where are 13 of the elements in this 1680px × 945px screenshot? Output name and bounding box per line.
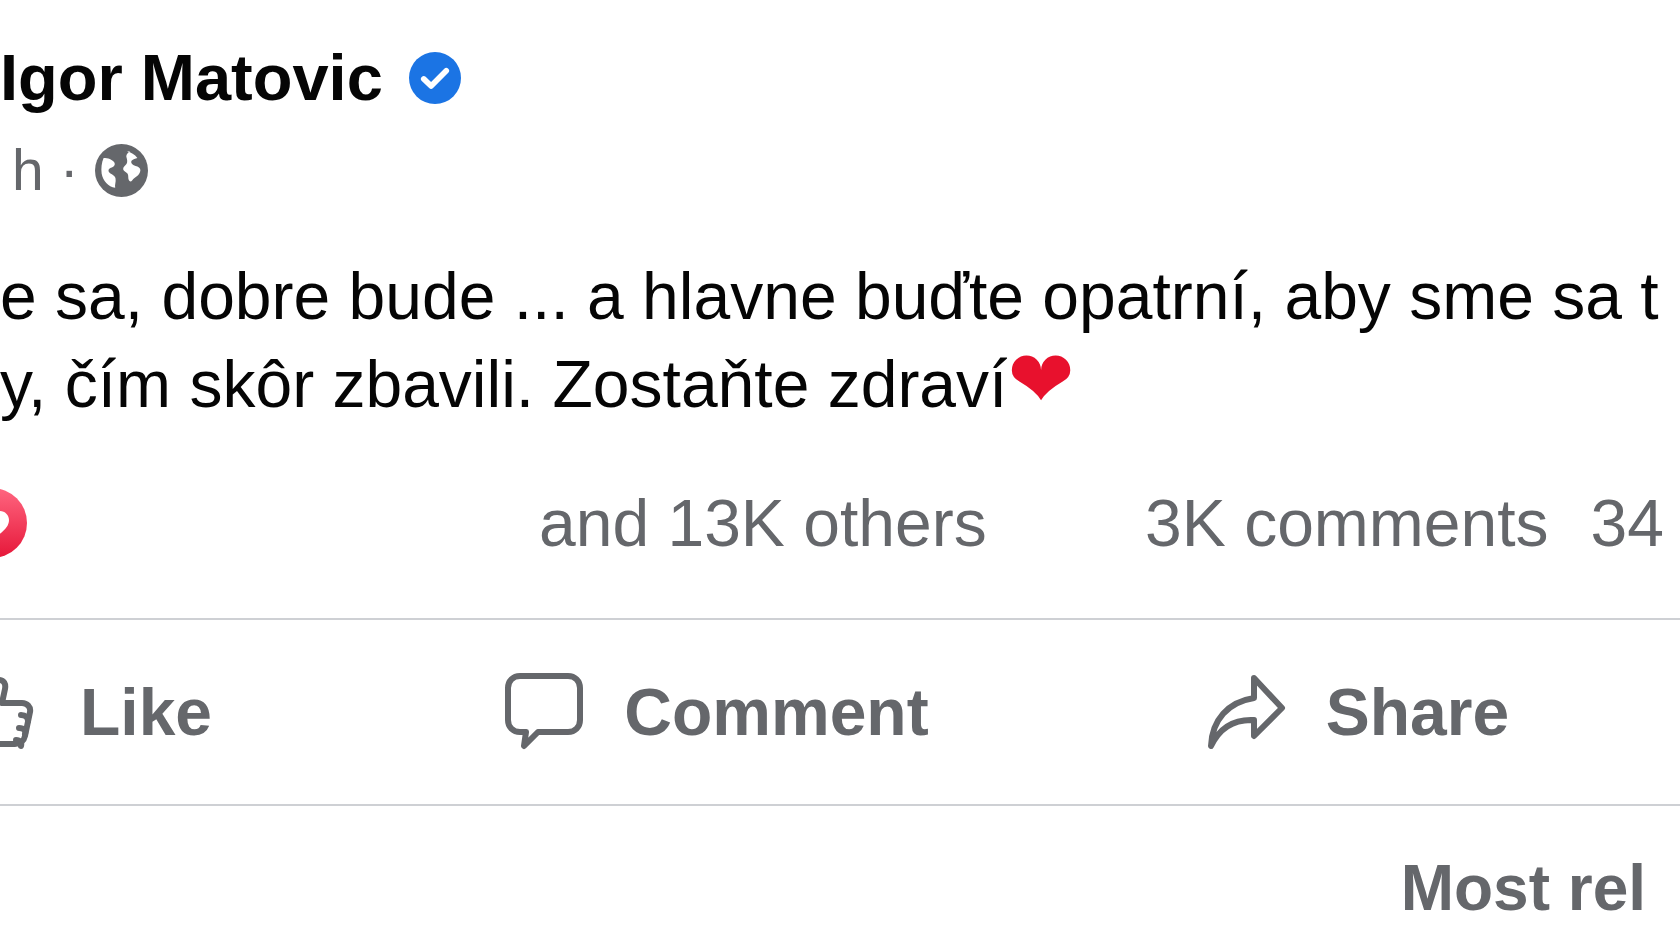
share-arrow-icon (1205, 672, 1286, 752)
share-button[interactable]: Share (1035, 647, 1680, 777)
comment-button[interactable]: Comment (398, 647, 1035, 777)
separator-dot: · (59, 138, 79, 202)
comment-sort-dropdown[interactable]: Most rel (1400, 858, 1646, 918)
like-button[interactable]: Like (0, 647, 398, 777)
post-time[interactable]: h (12, 138, 44, 202)
share-count[interactable]: 34 (1590, 483, 1664, 563)
speech-bubble-icon (504, 672, 585, 752)
comment-count[interactable]: 3K comments (1145, 483, 1549, 563)
author-name[interactable]: Igor Matovic (0, 38, 383, 118)
reaction-summary[interactable]: and 13K others (539, 483, 987, 563)
post-text: e sa, dobre bude ... a hlavne buďte opatrní, aby sme sa t y, čím skôr zbavili. Zostaňte zdraví❤ (0, 258, 1660, 428)
